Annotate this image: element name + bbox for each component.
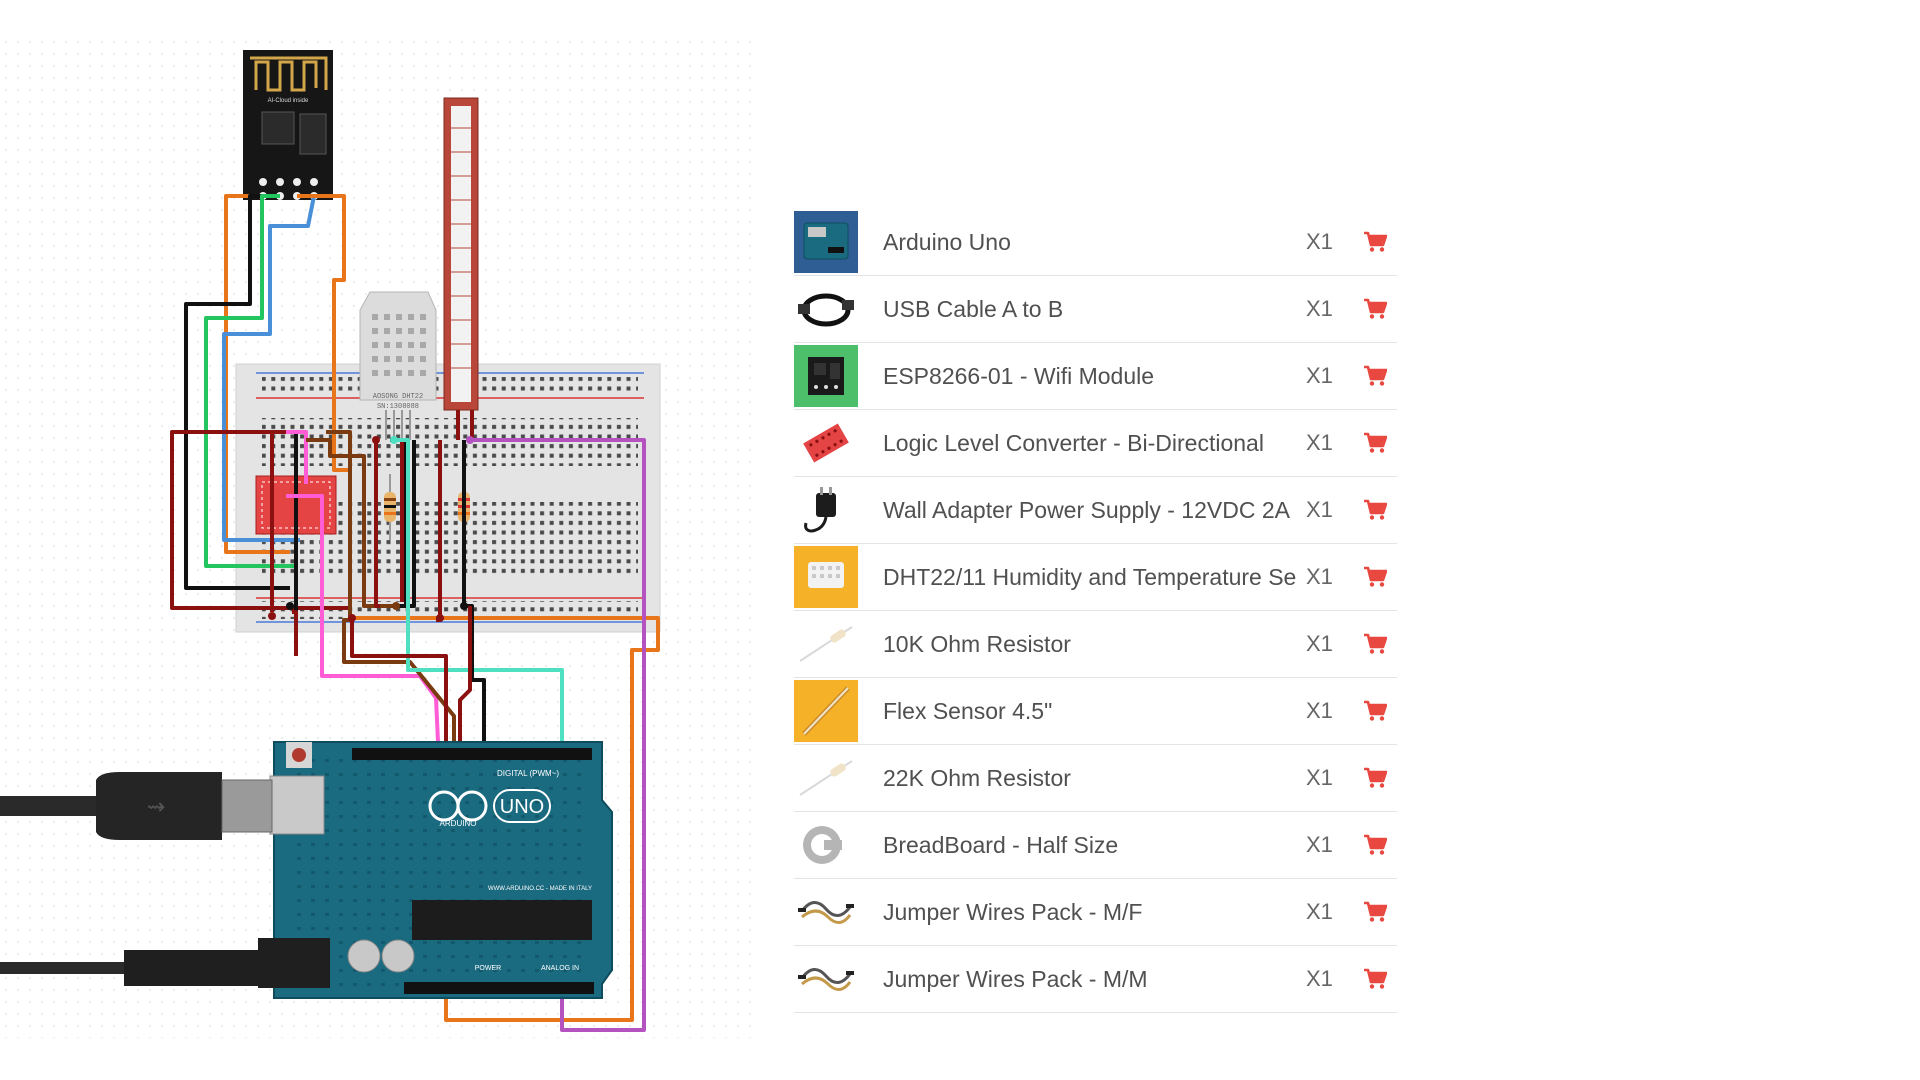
wall-adapter-icon [794, 479, 858, 541]
part-row: Jumper Wires Pack - M/M X1 [794, 946, 1397, 1013]
part-name: 10K Ohm Resistor [883, 631, 1071, 657]
flex-sensor-icon [794, 680, 858, 742]
part-quantity: X1 [1306, 765, 1333, 790]
part-name: Wall Adapter Power Supply - 12VDC 2A [883, 497, 1290, 523]
part-quantity: X1 [1306, 497, 1333, 522]
part-quantity: X1 [1306, 296, 1333, 321]
part-name: Arduino Uno [883, 229, 1011, 255]
dht22-sensor-icon [794, 546, 858, 608]
jumper-wires-icon [794, 881, 858, 943]
part-row: 10K Ohm Resistor X1 [794, 611, 1397, 678]
part-quantity: X1 [1306, 899, 1333, 924]
cart-icon[interactable] [1363, 499, 1388, 521]
part-row: BreadBoard - Half Size X1 [794, 812, 1397, 879]
cart-icon[interactable] [1363, 968, 1388, 990]
arduino-site-text: WWW.ARDUINO.CC - MADE IN ITALY [488, 886, 592, 892]
part-quantity: X1 [1306, 966, 1333, 991]
esp8266-module: AI-Cloud inside [243, 50, 333, 200]
arduino-digital-text: DIGITAL (PWM~) [497, 769, 559, 778]
part-name: 22K Ohm Resistor [883, 765, 1071, 791]
part-row: Jumper Wires Pack - M/F X1 [794, 879, 1397, 946]
usb-symbol-icon: ⇝ [147, 794, 165, 819]
resistor-icon [794, 747, 858, 809]
dht-serial-text: SN:1308088 [377, 403, 419, 411]
parts-list: Arduino Uno X1 USB Cable A to B X1 ESP8266-0… [794, 209, 1397, 1013]
jumper-wires-icon [794, 948, 858, 1010]
cart-icon[interactable] [1363, 231, 1388, 253]
usb-cable-icon [794, 278, 858, 340]
arduino-uno-board: ARDUINO UNO DIGITAL (PWM~) ANALOG IN POW… [258, 741, 613, 999]
part-row: USB Cable A to B X1 [794, 276, 1397, 343]
cart-icon[interactable] [1363, 767, 1388, 789]
arduino-power-text: POWER [475, 965, 501, 972]
part-name: Jumper Wires Pack - M/M [883, 966, 1148, 992]
cart-icon[interactable] [1363, 566, 1388, 588]
part-row: Arduino Uno X1 [794, 209, 1397, 276]
logic-level-converter-icon [794, 412, 858, 474]
breadboard-logo-icon [794, 814, 858, 876]
part-quantity: X1 [1306, 430, 1333, 455]
cart-icon[interactable] [1363, 432, 1388, 454]
part-row: Wall Adapter Power Supply - 12VDC 2A X1 [794, 477, 1397, 544]
cart-icon[interactable] [1363, 700, 1388, 722]
arduino-model-text: UNO [500, 796, 544, 818]
cart-icon[interactable] [1363, 901, 1388, 923]
part-quantity: X1 [1306, 229, 1333, 254]
arduino-brand-text: ARDUINO [440, 819, 477, 828]
part-name: USB Cable A to B [883, 296, 1064, 322]
arduino-analog-text: ANALOG IN [541, 965, 579, 972]
esp-label-text: AI-Cloud inside [268, 98, 309, 104]
resistor-icon [794, 613, 858, 675]
esp8266-icon [794, 345, 858, 407]
cart-icon[interactable] [1363, 298, 1388, 320]
cart-icon[interactable] [1363, 834, 1388, 856]
part-name: DHT22/11 Humidity and Temperature Se [883, 564, 1297, 590]
part-name: Logic Level Converter - Bi-Directional [883, 430, 1264, 456]
cart-icon[interactable] [1363, 633, 1388, 655]
part-quantity: X1 [1306, 363, 1333, 388]
part-quantity: X1 [1306, 698, 1333, 723]
part-quantity: X1 [1306, 564, 1333, 589]
part-name: Flex Sensor 4.5" [883, 698, 1053, 724]
part-row: ESP8266-01 - Wifi Module X1 [794, 343, 1397, 410]
part-name: Jumper Wires Pack - M/F [883, 899, 1143, 925]
cart-icon[interactable] [1363, 365, 1388, 387]
circuit-diagram: AOSONG DHT22 SN:1308088 AI-Cloud inside [0, 38, 760, 1038]
part-row: DHT22/11 Humidity and Temperature Se X1 [794, 544, 1397, 611]
part-row: Logic Level Converter - Bi-Directional X1 [794, 410, 1397, 477]
part-quantity: X1 [1306, 631, 1333, 656]
flex-sensor [443, 97, 479, 411]
part-quantity: X1 [1306, 832, 1333, 857]
part-name: ESP8266-01 - Wifi Module [883, 363, 1155, 389]
part-row: Flex Sensor 4.5" X1 [794, 678, 1397, 745]
dht-label-text: AOSONG DHT22 [373, 393, 423, 401]
part-row: 22K Ohm Resistor X1 [794, 745, 1397, 812]
part-name: BreadBoard - Half Size [883, 832, 1119, 858]
arduino-uno-icon [794, 211, 858, 273]
